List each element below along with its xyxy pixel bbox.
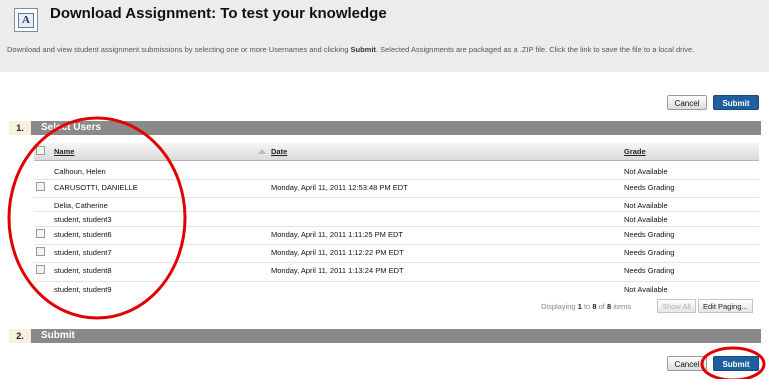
paging-to: 8 — [592, 302, 597, 311]
row-grade: Not Available — [624, 285, 668, 294]
table-row[interactable]: student, student8 Monday, April 11, 2011 … — [34, 263, 759, 282]
paging-from: 1 — [577, 302, 582, 311]
show-all-button[interactable]: Show All — [657, 299, 696, 313]
row-name: student, student8 — [54, 266, 112, 275]
step-2-header: 2. Submit — [9, 329, 761, 343]
row-date: Monday, April 11, 2011 1:12:22 PM EDT — [271, 248, 404, 257]
select-all-checkbox[interactable] — [36, 146, 45, 155]
submit-button-bottom[interactable]: Submit — [713, 356, 759, 371]
cancel-button-top[interactable]: Cancel — [667, 95, 707, 110]
description-bold: Submit — [350, 45, 376, 54]
table-row[interactable]: student, student3 Not Available — [34, 212, 759, 227]
row-date: Monday, April 11, 2011 12:53:48 PM EDT — [271, 183, 408, 192]
table-row[interactable]: student, student9 Not Available — [34, 282, 759, 297]
assignment-icon: A — [14, 8, 38, 32]
column-header-name[interactable]: Name — [54, 147, 74, 156]
table-header: Name Date Grade — [34, 143, 759, 161]
row-grade: Needs Grading — [624, 248, 675, 257]
row-name: Calhoun, Helen — [54, 167, 106, 176]
row-grade: Needs Grading — [624, 266, 675, 275]
page-title: Download Assignment: To test your knowle… — [50, 5, 387, 22]
step-2-label: Submit — [41, 330, 75, 341]
sort-ascending-icon[interactable] — [258, 149, 266, 154]
row-name: student, student3 — [54, 215, 112, 224]
page-header: A Download Assignment: To test your know… — [0, 0, 769, 72]
paging-total: 8 — [606, 302, 612, 311]
row-date: Monday, April 11, 2011 1:11:25 PM EDT — [271, 230, 404, 239]
submit-button-top[interactable]: Submit — [713, 95, 759, 110]
row-name: student, student9 — [54, 285, 112, 294]
row-name: CARUSOTTI, DANIELLE — [54, 183, 138, 192]
row-select-checkbox[interactable] — [36, 229, 45, 238]
row-select-checkbox[interactable] — [36, 182, 45, 191]
paging-displaying: Displaying — [541, 302, 576, 311]
cancel-button-bottom[interactable]: Cancel — [667, 356, 707, 371]
step-1-label: Select Users — [41, 122, 102, 133]
row-date: Monday, April 11, 2011 1:13:24 PM EDT — [271, 266, 404, 275]
paging-status: Displaying 1 to 8 of 8 items — [541, 302, 631, 311]
description-text-1: Download and view student assignment sub… — [7, 45, 351, 54]
assignment-icon-glyph: A — [18, 13, 34, 28]
row-grade: Not Available — [624, 215, 668, 224]
row-grade: Needs Grading — [624, 183, 675, 192]
row-name: Delia, Catherine — [54, 201, 108, 210]
table-row[interactable]: CARUSOTTI, DANIELLE Monday, April 11, 201… — [34, 180, 759, 198]
paging-of-word: of — [598, 302, 605, 311]
table-row[interactable]: student, student6 Monday, April 11, 2011 … — [34, 227, 759, 245]
row-name: student, student7 — [54, 248, 112, 257]
step-1-header: 1. Select Users — [9, 121, 761, 135]
row-grade: Not Available — [624, 201, 668, 210]
row-select-checkbox[interactable] — [36, 265, 45, 274]
edit-paging-button[interactable]: Edit Paging... — [698, 299, 753, 313]
description-text-2: . Selected Assignments are packaged as a… — [375, 45, 695, 54]
column-header-date[interactable]: Date — [271, 147, 287, 156]
table-row[interactable]: Calhoun, Helen Not Available — [34, 164, 759, 180]
row-select-checkbox[interactable] — [36, 247, 45, 256]
row-grade: Needs Grading — [624, 230, 675, 239]
step-2-number: 2. — [9, 329, 31, 343]
paging-to-word: to — [583, 302, 591, 311]
step-1-number: 1. — [9, 121, 31, 135]
page-description: Download and view student assignment sub… — [7, 44, 757, 55]
row-grade: Not Available — [624, 167, 668, 176]
row-name: student, student6 — [54, 230, 112, 239]
table-row[interactable]: Delia, Catherine Not Available — [34, 198, 759, 212]
paging-items: items — [613, 302, 632, 311]
table-row[interactable]: student, student7 Monday, April 11, 2011 … — [34, 245, 759, 263]
column-header-grade[interactable]: Grade — [624, 147, 646, 156]
